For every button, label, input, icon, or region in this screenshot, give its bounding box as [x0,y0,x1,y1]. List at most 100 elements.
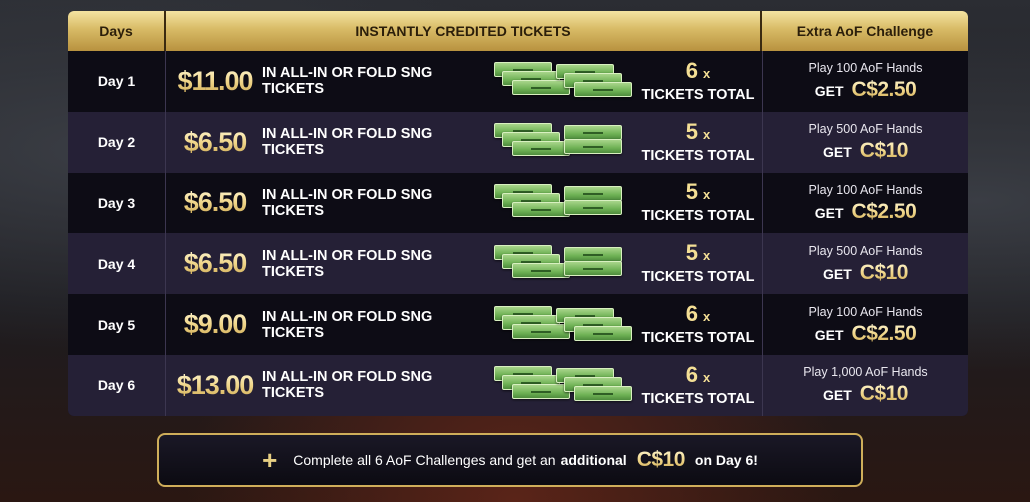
challenge-text: Play 100 AoF Hands [808,61,923,76]
header-challenge: Extra AoF Challenge [796,23,934,39]
ticket-multiplier: x [703,248,711,264]
get-label: GET [814,326,844,343]
tickets-total-label: TICKETS TOTAL [641,147,755,164]
challenge-reward: C$10 [859,382,909,406]
get-label: GET [814,83,844,100]
ticket-stack-icon [494,119,634,165]
ticket-amount: $6.50 [168,248,262,279]
day-label: Day 2 [68,111,166,173]
plus-icon: + [262,445,278,475]
table-row: Day 2 $6.50 IN ALL-IN OR FOLD SNG TICKET… [68,111,968,173]
ticket-total: 5x TICKETS TOTAL [634,118,762,165]
ticket-description: IN ALL-IN OR FOLD SNG TICKETS [262,247,433,280]
ticket-multiplier: x [703,369,711,385]
tickets-cell: $9.00 IN ALL-IN OR FOLD SNG TICKETS 6x T… [166,294,762,355]
ticket-multiplier: x [703,65,711,81]
table-body: Day 1 $11.00 IN ALL-IN OR FOLD SNG TICKE… [68,51,968,416]
ticket-total: 5x TICKETS TOTAL [634,180,762,225]
day-label: Day 4 [68,233,166,295]
challenge-cell: Play 100 AoF Hands GET C$2.50 [762,172,968,234]
day-label: Day 6 [68,354,166,416]
ticket-icon [574,82,632,98]
challenge-text: Play 1,000 AoF Hands [803,365,928,380]
tickets-total-label: TICKETS TOTAL [641,330,755,347]
ticket-icon [564,246,622,262]
ticket-count: 5 [685,118,698,144]
tickets-cell: $6.50 IN ALL-IN OR FOLD SNG TICKETS 5x T… [166,233,762,294]
ticket-stack-icon [494,302,634,348]
ticket-icon [512,384,570,400]
ticket-stack-icon [494,241,634,287]
table-row: Day 4 $6.50 IN ALL-IN OR FOLD SNG TICKET… [68,233,968,295]
get-label: GET [823,144,852,161]
ticket-amount: $9.00 [168,309,262,340]
get-label: GET [814,204,844,221]
ticket-description: IN ALL-IN OR FOLD SNG TICKETS [262,369,433,402]
ticket-count: 6 [685,361,698,387]
bonus-text: Complete all 6 AoF Challenges and get an [293,452,556,468]
challenge-cell: Play 100 AoF Hands GET C$2.50 [762,51,968,112]
tickets-cell: $11.00 IN ALL-IN OR FOLD SNG TICKETS 6x … [166,51,762,112]
day-label: Day 1 [68,51,166,112]
bonus-emph: additional [560,452,627,468]
ticket-amount: $11.00 [168,66,262,97]
ticket-total: 5x TICKETS TOTAL [634,241,762,286]
challenge-text: Play 100 AoF Hands [808,182,923,197]
ticket-amount: $6.50 [168,127,262,158]
tickets-total-label: TICKETS TOTAL [641,86,755,103]
challenge-text: Play 100 AoF Hands [808,304,923,319]
ticket-stack-icon [494,58,634,104]
ticket-multiplier: x [703,126,711,142]
table-row: Day 3 $6.50 IN ALL-IN OR FOLD SNG TICKET… [68,172,968,234]
ticket-description: IN ALL-IN OR FOLD SNG TICKETS [262,65,433,98]
ticket-total: 6x TICKETS TOTAL [634,57,762,104]
challenge-cell: Play 500 AoF Hands GET C$10 [762,111,968,173]
table-row: Day 5 $9.00 IN ALL-IN OR FOLD SNG TICKET… [68,294,968,355]
ticket-icon [574,325,632,341]
ticket-count: 5 [685,240,698,266]
bonus-reward: C$10 [636,448,686,471]
day-label: Day 3 [68,172,166,234]
challenge-reward: C$10 [859,260,909,284]
ticket-count: 5 [685,179,698,205]
get-label: GET [823,387,852,404]
ticket-total: 6x TICKETS TOTAL [634,302,762,347]
ticket-icon [574,386,632,402]
ticket-description: IN ALL-IN OR FOLD SNG TICKETS [262,186,433,219]
tickets-cell: $6.50 IN ALL-IN OR FOLD SNG TICKETS 5x T… [166,173,762,234]
ticket-description: IN ALL-IN OR FOLD SNG TICKETS [262,308,433,341]
challenge-text: Play 500 AoF Hands [808,122,923,137]
ticket-icon [512,201,570,217]
day-label: Day 5 [68,294,166,355]
bonus-day: on Day 6! [694,452,758,468]
table-header: Days INSTANTLY CREDITED TICKETS Extra Ao… [68,11,968,51]
get-label: GET [823,265,852,282]
ticket-amount: $13.00 [168,370,262,401]
ticket-icon [512,80,570,96]
ticket-multiplier: x [703,187,711,203]
ticket-stack-icon [494,362,634,408]
challenge-cell: Play 500 AoF Hands GET C$10 [762,233,968,295]
tickets-total-label: TICKETS TOTAL [641,269,755,286]
tickets-total-label: TICKETS TOTAL [641,208,755,225]
tickets-cell: $13.00 IN ALL-IN OR FOLD SNG TICKETS 6x … [166,355,762,416]
ticket-icon [512,141,570,157]
table-row: Day 6 $13.00 IN ALL-IN OR FOLD SNG TICKE… [68,354,968,416]
tickets-cell: $6.50 IN ALL-IN OR FOLD SNG TICKETS 5x T… [166,112,762,173]
table-row: Day 1 $11.00 IN ALL-IN OR FOLD SNG TICKE… [68,51,968,112]
ticket-stack-icon [494,180,634,226]
challenge-text: Play 500 AoF Hands [808,243,923,258]
ticket-icon [564,185,622,201]
tickets-total-label: TICKETS TOTAL [641,390,755,407]
ticket-icon [564,199,622,215]
ticket-icon [564,125,622,141]
bonus-banner: + Complete all 6 AoF Challenges and get … [157,433,863,487]
ticket-multiplier: x [703,309,711,325]
challenge-reward: C$2.50 [851,199,917,223]
ticket-icon [512,262,570,278]
ticket-total: 6x TICKETS TOTAL [634,361,762,408]
challenge-reward: C$2.50 [851,321,917,345]
ticket-count: 6 [685,57,698,83]
ticket-icon [564,260,622,276]
ticket-icon [564,139,622,155]
